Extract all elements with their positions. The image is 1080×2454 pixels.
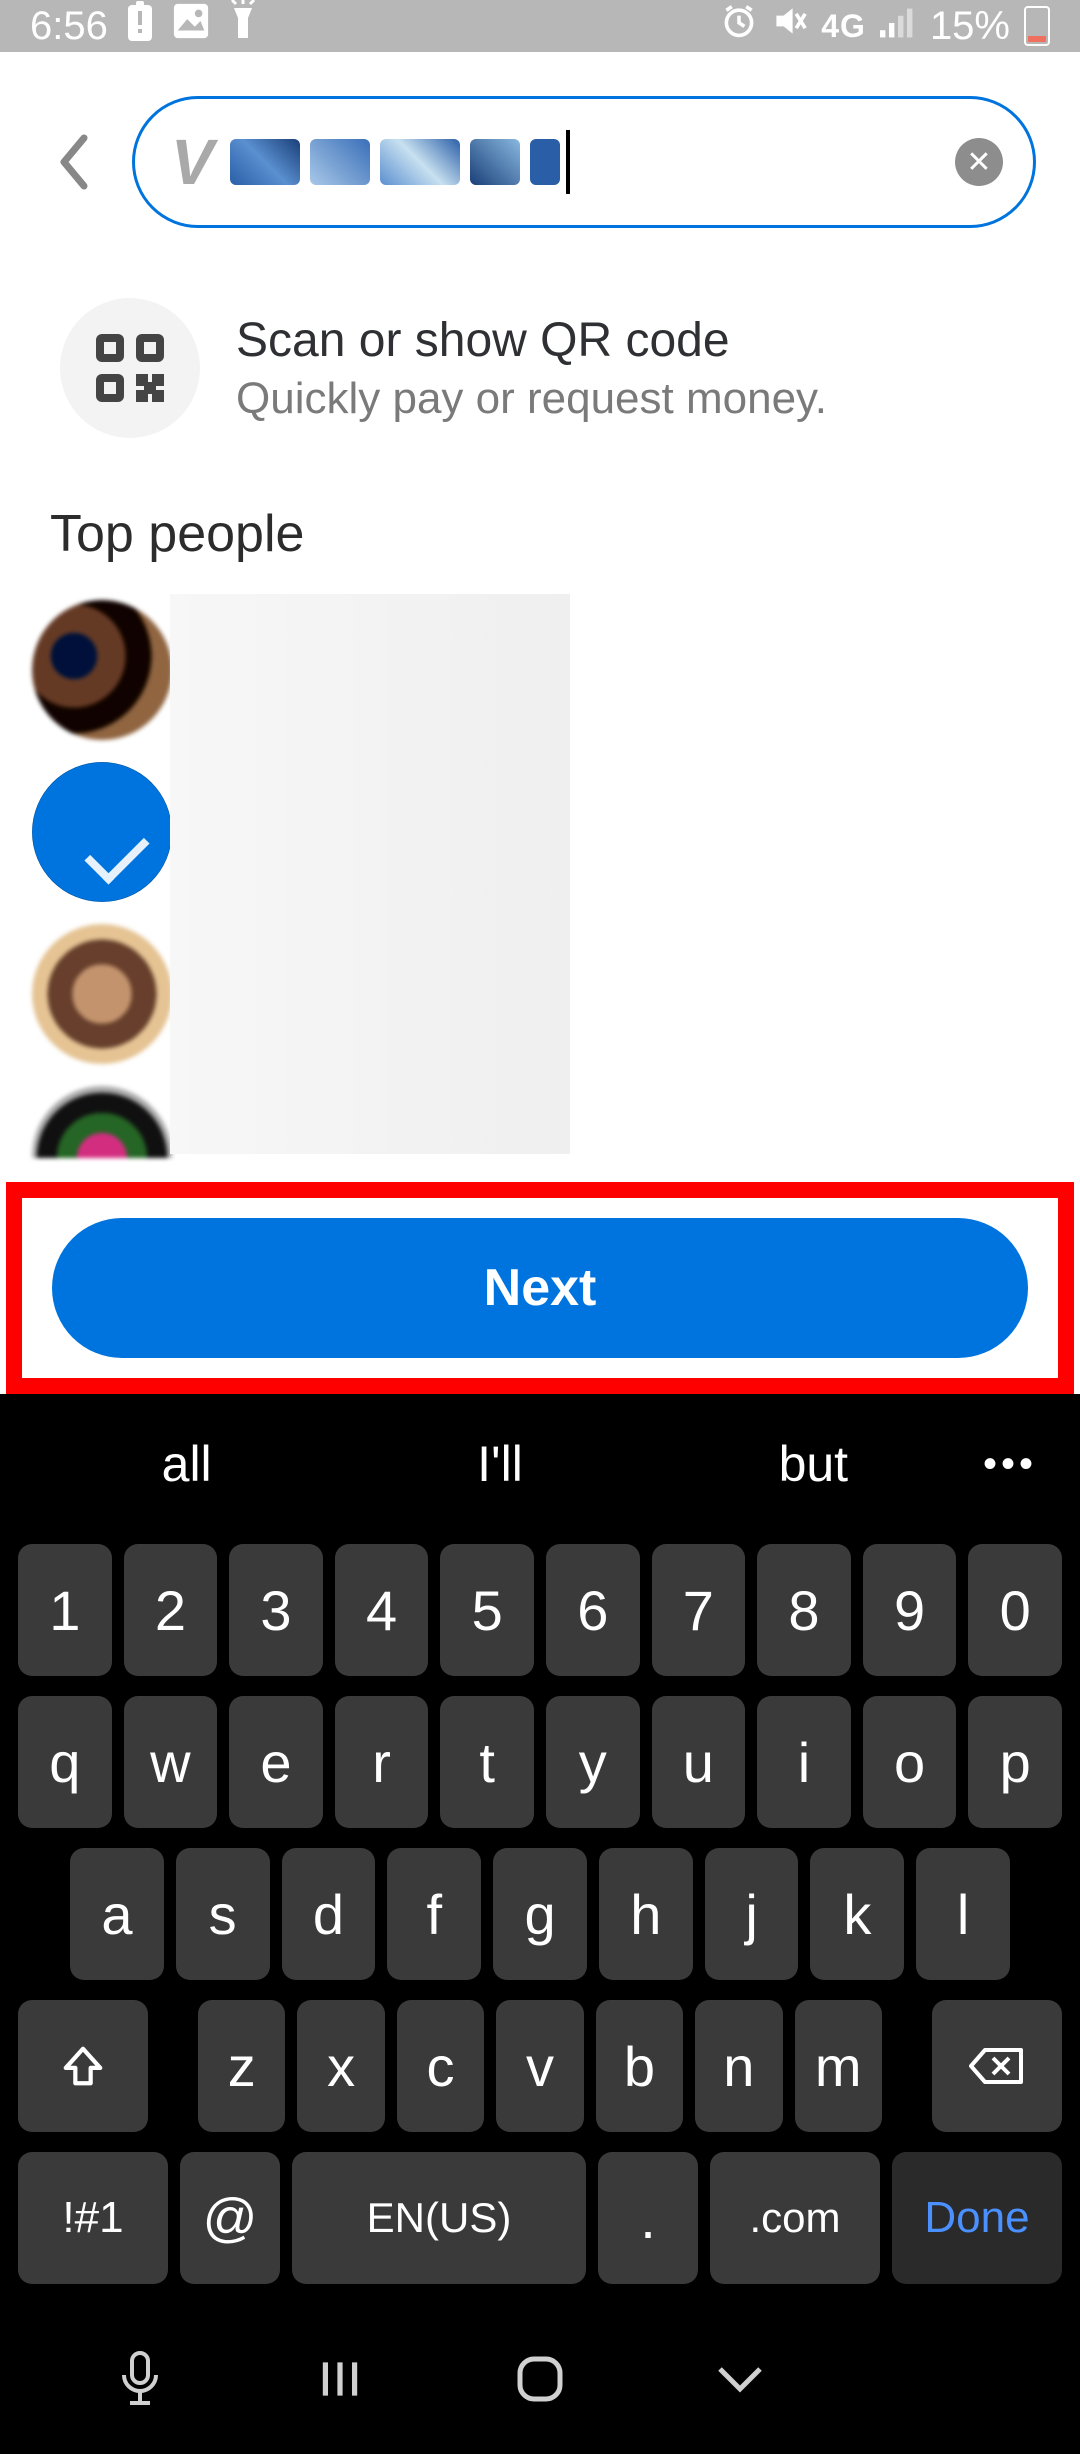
- battery-icon: [1024, 6, 1050, 46]
- key-w[interactable]: w: [124, 1696, 218, 1828]
- suggestion[interactable]: I'll: [343, 1435, 656, 1493]
- key-3[interactable]: 3: [229, 1544, 323, 1676]
- key-y[interactable]: y: [546, 1696, 640, 1828]
- qr-title: Scan or show QR code: [236, 313, 827, 368]
- key-a[interactable]: a: [70, 1848, 164, 1980]
- key-q[interactable]: q: [18, 1696, 112, 1828]
- key-k[interactable]: k: [810, 1848, 904, 1980]
- key-1[interactable]: 1: [18, 1544, 112, 1676]
- home-icon: [514, 2353, 566, 2405]
- key-period[interactable]: .: [598, 2152, 698, 2284]
- key-h[interactable]: h: [599, 1848, 693, 1980]
- key-at[interactable]: @: [180, 2152, 280, 2284]
- key-done[interactable]: Done: [892, 2152, 1062, 2284]
- key-7[interactable]: 7: [652, 1544, 746, 1676]
- image-icon: [172, 2, 210, 50]
- key-symbols[interactable]: !#1: [18, 2152, 168, 2284]
- network-type: 4G: [821, 8, 866, 45]
- text-cursor: [566, 130, 570, 194]
- suggestion-bar: all I'll but •••: [0, 1404, 1080, 1524]
- key-b[interactable]: b: [596, 2000, 683, 2132]
- keyboard: all I'll but ••• 1 2 3 4 5 6 7 8 9 0 q w…: [0, 1394, 1080, 2454]
- key-6[interactable]: 6: [546, 1544, 640, 1676]
- voice-input-button[interactable]: [90, 2344, 190, 2414]
- android-nav-bar: [0, 2304, 1080, 2454]
- key-row-bottom: !#1 @ EN(US) . .com Done: [18, 2152, 1062, 2284]
- status-time: 6:56: [30, 4, 108, 49]
- person-avatar[interactable]: [32, 1086, 172, 1158]
- recent-icon: [315, 2354, 365, 2404]
- search-input-content[interactable]: [230, 127, 935, 197]
- key-j[interactable]: j: [705, 1848, 799, 1980]
- key-9[interactable]: 9: [863, 1544, 957, 1676]
- key-p[interactable]: p: [968, 1696, 1062, 1828]
- top-people-list: [0, 594, 1080, 1180]
- key-c[interactable]: c: [397, 2000, 484, 2132]
- key-row-zxcv: z x c v b n m: [18, 2000, 1062, 2132]
- signal-icon: [880, 4, 916, 49]
- suggestion[interactable]: but: [657, 1435, 970, 1493]
- clear-search-button[interactable]: ✕: [955, 138, 1003, 186]
- key-e[interactable]: e: [229, 1696, 323, 1828]
- person-avatar[interactable]: [32, 600, 172, 740]
- key-s[interactable]: s: [176, 1848, 270, 1980]
- venmo-logo-icon: V: [171, 125, 210, 199]
- search-row: V ✕: [0, 52, 1080, 248]
- person-avatar[interactable]: [32, 762, 172, 902]
- mute-icon: [771, 3, 807, 49]
- key-x[interactable]: x: [297, 2000, 384, 2132]
- key-space[interactable]: EN(US): [292, 2152, 586, 2284]
- suggestion[interactable]: all: [30, 1435, 343, 1493]
- key-u[interactable]: u: [652, 1696, 746, 1828]
- key-row-qwerty: q w e r t y u i o p: [18, 1696, 1062, 1828]
- key-row-numbers: 1 2 3 4 5 6 7 8 9 0: [18, 1544, 1062, 1676]
- key-row-asdf: a s d f g h j k l: [18, 1848, 1062, 1980]
- nav-back[interactable]: [690, 2344, 790, 2414]
- key-g[interactable]: g: [493, 1848, 587, 1980]
- key-z[interactable]: z: [198, 2000, 285, 2132]
- key-f[interactable]: f: [387, 1848, 481, 1980]
- key-i[interactable]: i: [757, 1696, 851, 1828]
- qr-code-option[interactable]: Scan or show QR code Quickly pay or requ…: [0, 248, 1080, 478]
- key-0[interactable]: 0: [968, 1544, 1062, 1676]
- nav-recent[interactable]: [290, 2344, 390, 2414]
- search-field[interactable]: V ✕: [132, 96, 1036, 228]
- next-button[interactable]: Next: [52, 1218, 1028, 1358]
- key-r[interactable]: r: [335, 1696, 429, 1828]
- key-d[interactable]: d: [282, 1848, 376, 1980]
- key-4[interactable]: 4: [335, 1544, 429, 1676]
- redacted-search-text: [230, 139, 560, 185]
- key-m[interactable]: m: [795, 2000, 882, 2132]
- key-dotcom[interactable]: .com: [710, 2152, 880, 2284]
- key-l[interactable]: l: [916, 1848, 1010, 1980]
- next-button-highlight: Next: [6, 1182, 1074, 1394]
- key-5[interactable]: 5: [440, 1544, 534, 1676]
- qr-subtitle: Quickly pay or request money.: [236, 374, 827, 424]
- person-avatar[interactable]: [32, 924, 172, 1064]
- key-v[interactable]: v: [496, 2000, 583, 2132]
- key-8[interactable]: 8: [757, 1544, 851, 1676]
- key-t[interactable]: t: [440, 1696, 534, 1828]
- qr-code-icon: [60, 298, 200, 438]
- flashlight-icon: [228, 0, 258, 52]
- key-2[interactable]: 2: [124, 1544, 218, 1676]
- back-button[interactable]: [44, 132, 104, 192]
- more-suggestions-button[interactable]: •••: [970, 1442, 1050, 1487]
- status-bar: 6:56 4G 15%: [0, 0, 1080, 52]
- close-icon: ✕: [966, 145, 991, 180]
- backspace-icon: [969, 2046, 1025, 2086]
- chevron-down-icon: [712, 2361, 768, 2397]
- mic-icon: [118, 2351, 162, 2407]
- battery-percent: 15%: [930, 4, 1010, 49]
- shift-icon: [60, 2043, 106, 2089]
- top-people-heading: Top people: [0, 478, 1080, 594]
- redacted-names-area: [170, 594, 570, 1154]
- key-backspace[interactable]: [932, 2000, 1062, 2132]
- nav-home[interactable]: [490, 2344, 590, 2414]
- battery-alert-icon: [126, 1, 154, 51]
- alarm-icon: [721, 3, 757, 49]
- key-o[interactable]: o: [863, 1696, 957, 1828]
- key-n[interactable]: n: [695, 2000, 782, 2132]
- key-shift[interactable]: [18, 2000, 148, 2132]
